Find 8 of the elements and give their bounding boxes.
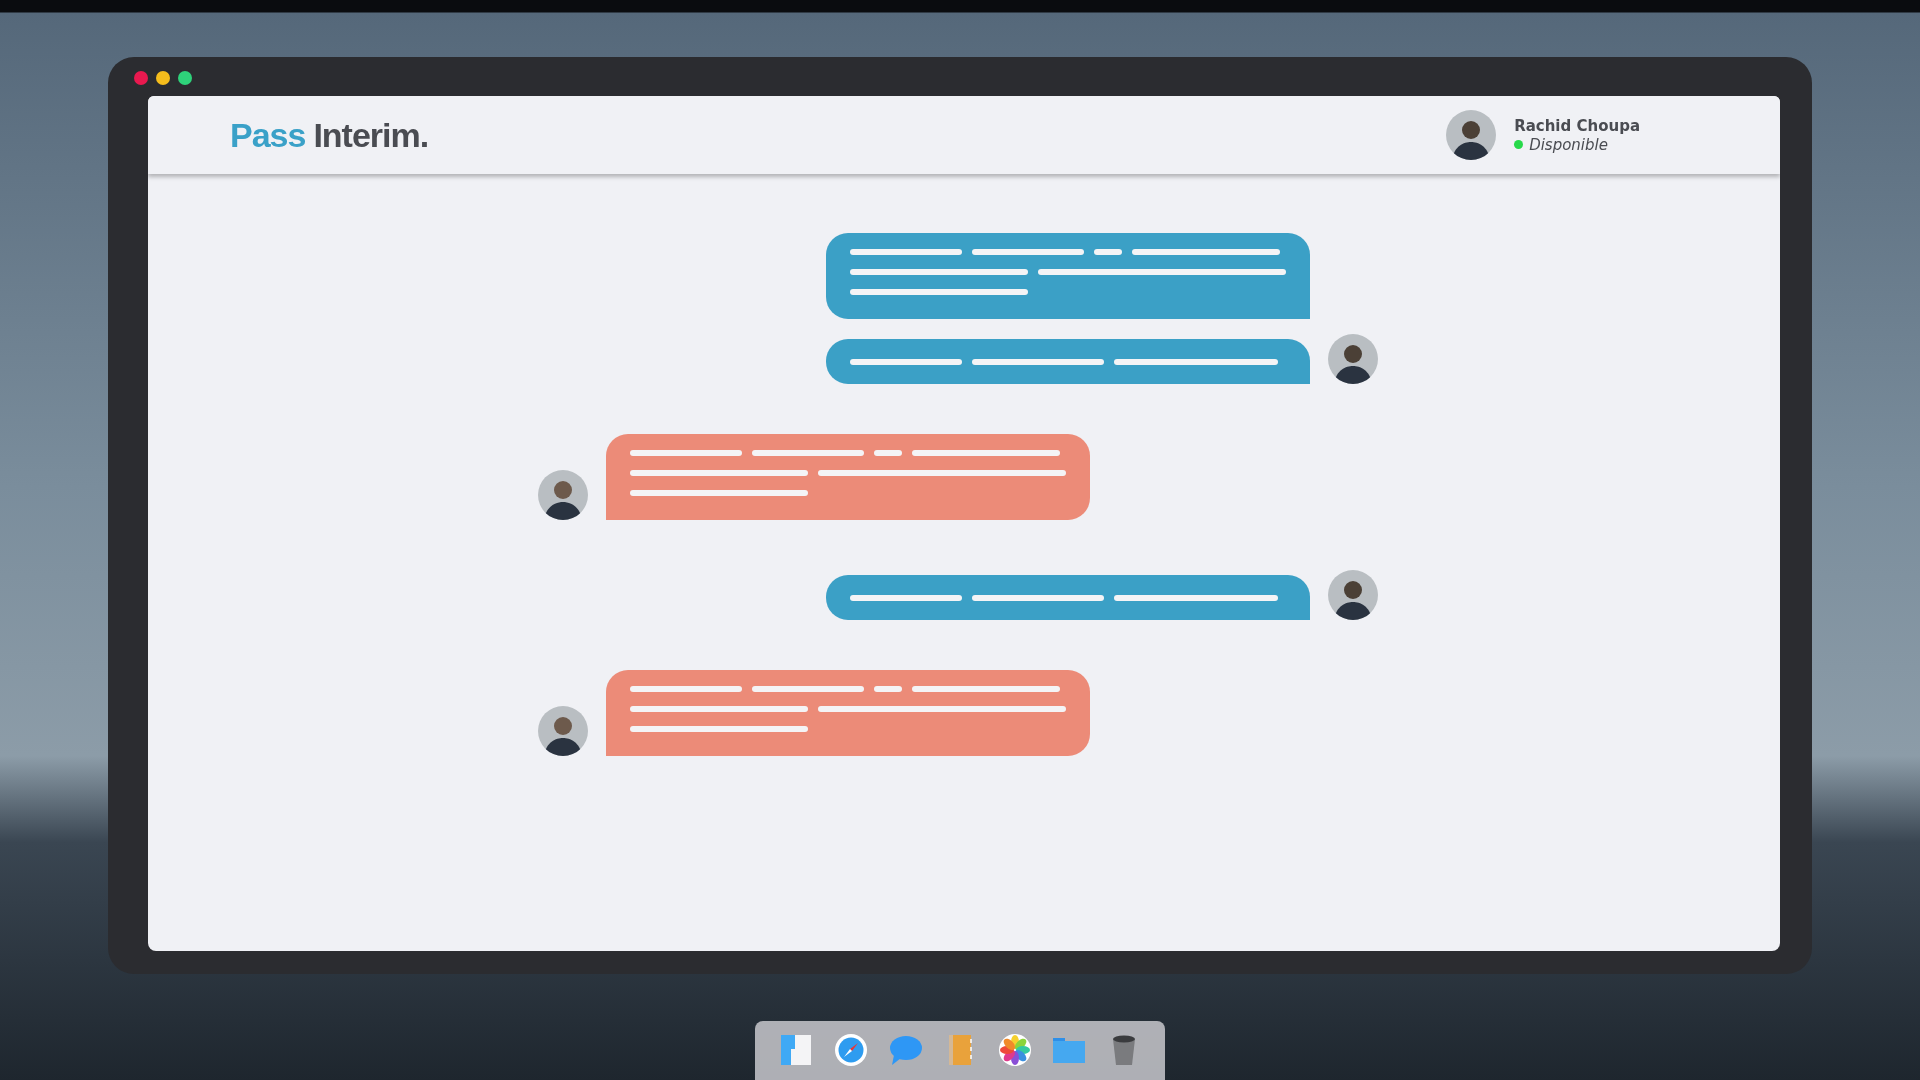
user-status: Disponible <box>1529 135 1608 154</box>
avatar-silhouette <box>1446 110 1497 160</box>
logo-text: Interim. <box>313 115 429 155</box>
logo-text: Pass <box>230 115 306 155</box>
user-name: Rachid Choupa <box>1514 116 1640 135</box>
minimize-button[interactable] <box>156 71 170 85</box>
close-button[interactable] <box>134 71 148 85</box>
maximize-button[interactable] <box>178 71 192 85</box>
